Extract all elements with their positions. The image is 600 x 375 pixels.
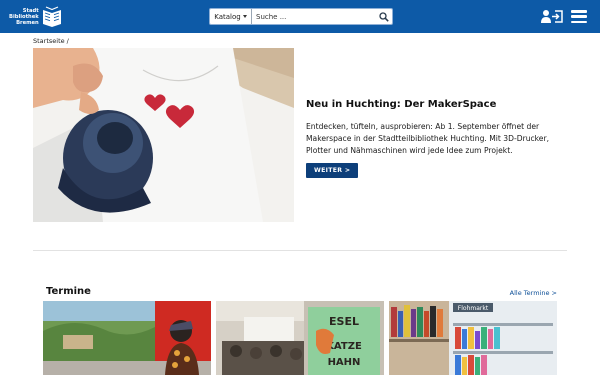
event-card[interactable]: ESEL KATZE HAHN bbox=[216, 301, 384, 375]
weiter-button[interactable]: WEITER > bbox=[306, 163, 359, 178]
book-logo-icon bbox=[42, 6, 61, 27]
event-image: Flohmarkt bbox=[389, 301, 557, 375]
search-button[interactable] bbox=[376, 9, 392, 24]
event-image: ESEL KATZE HAHN bbox=[216, 301, 384, 375]
search-icon bbox=[379, 11, 389, 22]
search-input[interactable] bbox=[252, 9, 376, 24]
site-logo[interactable]: Stadt Bibliothek Bremen bbox=[9, 4, 62, 30]
logo-line: Bremen bbox=[16, 20, 39, 26]
event-card[interactable] bbox=[43, 301, 211, 375]
site-header: Stadt Bibliothek Bremen Katalog bbox=[0, 0, 600, 33]
book-word-esel: ESEL bbox=[329, 315, 359, 328]
hero-image bbox=[33, 48, 294, 222]
shelf-label: Flohmarkt bbox=[458, 305, 489, 312]
hero-teaser: Neu in Huchting: Der MakerSpace Entdecke… bbox=[306, 99, 572, 178]
alle-termine-link[interactable]: Alle Termine > bbox=[510, 289, 557, 297]
search-scope-label: Katalog bbox=[214, 12, 241, 21]
event-cards: ESEL KATZE HAHN Flohmarkt bbox=[43, 301, 557, 375]
hero-title[interactable]: Neu in Huchting: Der MakerSpace bbox=[306, 99, 572, 110]
search-bar: Katalog bbox=[209, 8, 393, 25]
termine-heading: Termine bbox=[46, 286, 91, 297]
event-card[interactable]: Flohmarkt bbox=[389, 301, 557, 375]
hamburger-menu-icon[interactable] bbox=[571, 10, 587, 23]
book-word-hahn: HAHN bbox=[328, 357, 361, 368]
event-image bbox=[43, 301, 211, 375]
hero-description: Entdecken, tüfteln, ausprobieren: Ab 1. … bbox=[306, 122, 550, 155]
breadcrumb[interactable]: Startseite / bbox=[33, 37, 69, 45]
search-scope-select[interactable]: Katalog bbox=[210, 9, 252, 24]
login-icon[interactable] bbox=[541, 9, 563, 24]
chevron-down-icon bbox=[242, 15, 247, 18]
section-divider bbox=[33, 250, 567, 251]
